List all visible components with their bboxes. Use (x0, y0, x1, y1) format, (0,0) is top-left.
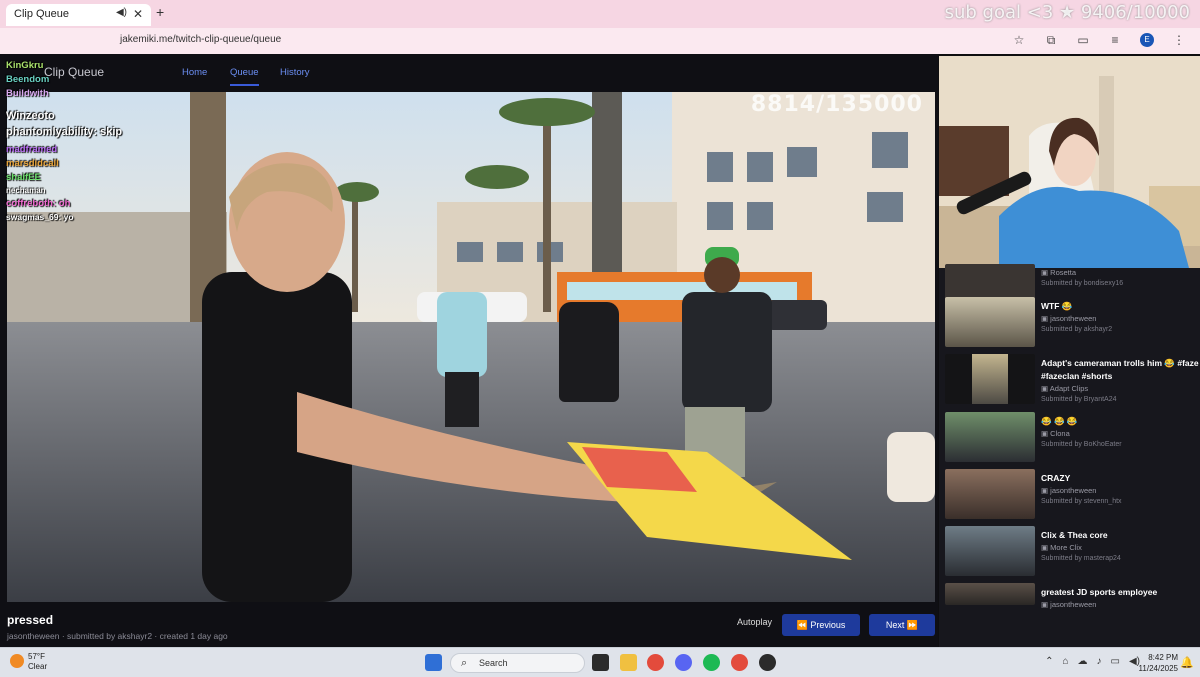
discord-icon[interactable] (675, 654, 692, 671)
nav-history[interactable]: History (280, 67, 310, 78)
taskbar-clock[interactable]: 8:42 PM 11/24/2025 (1139, 652, 1178, 674)
tab-title: Clip Queue (14, 8, 70, 20)
clip-thumbnail (945, 583, 1035, 605)
queue-item[interactable]: CRAZY ▣ jasontheween Submitted by steven… (945, 469, 1195, 521)
queue-item[interactable]: Adapt's cameraman trolls him 😂 #faze #fa… (945, 354, 1199, 406)
clip-submitter: Submitted by bondisexy16 (1041, 280, 1124, 287)
cloud-icon[interactable]: ☁ (1078, 656, 1088, 667)
weather-widget[interactable]: 57°F Clear (28, 652, 47, 672)
clip-channel: ▣ Adapt Clips (1041, 384, 1089, 393)
webcam-feed (939, 56, 1200, 268)
cast-icon[interactable]: ▭ (1076, 33, 1090, 48)
clip-channel: ▣ jasontheween (1041, 486, 1097, 495)
reading-list-icon[interactable]: ≡ (1108, 33, 1122, 48)
url-field[interactable]: jakemiki.me/twitch-clip-queue/queue (120, 34, 281, 45)
network-icon[interactable]: ⌂ (1062, 656, 1068, 667)
notification-bell-icon[interactable]: 🔔 (1180, 656, 1194, 669)
chrome-icon[interactable] (647, 654, 664, 671)
profile-avatar[interactable]: E (1140, 33, 1154, 47)
next-button[interactable]: Next ⏩ (869, 614, 935, 636)
video-player[interactable]: 8814/135000 (7, 92, 935, 602)
clip-submitter: Submitted by BoKhoEater (1041, 441, 1122, 448)
browser-tab-strip: Clip Queue ◀) ✕ + sub goal <3 ★ 9406/100… (0, 0, 1200, 28)
rewind-icon: ⏪ (796, 620, 811, 630)
system-tray: ⌃ ⌂ ☁ ♪ ▭ ◀) (1045, 656, 1140, 667)
queue-item[interactable]: greatest JD sports employee ▣ jasonthewe… (945, 583, 1195, 635)
obs-icon[interactable] (759, 654, 776, 671)
browser-tab[interactable]: Clip Queue ◀) ✕ (6, 4, 151, 26)
menu-icon[interactable]: ⋮ (1172, 33, 1186, 48)
video-counter-overlay: 8814/135000 (750, 92, 923, 117)
autoplay-label[interactable]: Autoplay (737, 617, 772, 627)
queue-item[interactable]: WTF 😂 ▣ jasontheween Submitted by akshay… (945, 297, 1195, 349)
video-frame (7, 92, 935, 602)
clip-submitter: Submitted by masterap24 (1041, 555, 1121, 562)
file-explorer-icon[interactable] (620, 654, 637, 671)
weather-temp: 57°F (28, 652, 45, 661)
clip-queue-app: Clip Queue Home Queue History 8814/13500… (0, 54, 938, 647)
search-icon: ⌕ (461, 657, 468, 669)
clip-channel: ▣ jasontheween (1041, 314, 1097, 323)
queue-item[interactable]: 😂 😂 😂 ▣ Clona Submitted by BoKhoEater (945, 412, 1195, 464)
nav-queue[interactable]: Queue (230, 67, 259, 86)
clip-channel: ▣ More Clix (1041, 543, 1082, 552)
clip-channel: ▣ jasontheween (1041, 600, 1097, 609)
windows-taskbar: 57°F Clear ⌕ Search ⌃ ⌂ ☁ ♪ ▭ ◀) 8:42 PM… (0, 647, 1200, 677)
clip-title: WTF 😂 (1041, 301, 1073, 311)
fast-forward-icon: ⏩ (904, 620, 919, 630)
stream-overlay-sub-goal: sub goal <3 ★ 9406/10000 (944, 2, 1190, 23)
current-clip-meta: jasontheween · submitted by akshayr2 · c… (7, 631, 228, 641)
mic-icon[interactable]: ♪ (1097, 656, 1102, 667)
clip-submitter: Submitted by BryantA24 (1041, 396, 1117, 403)
clip-channel: ▣ Clona (1041, 429, 1070, 438)
close-icon[interactable]: ✕ (133, 7, 143, 21)
clock-date: 11/24/2025 (1138, 664, 1178, 673)
clip-thumbnail (945, 354, 1035, 404)
app-logo[interactable]: Clip Queue (44, 65, 104, 79)
clip-thumbnail (945, 412, 1035, 462)
clip-submitter: Submitted by akshayr2 (1041, 326, 1113, 333)
new-tab-button[interactable]: + (156, 4, 164, 20)
weather-icon[interactable] (10, 654, 24, 668)
clip-thumbnail (945, 469, 1035, 519)
clip-title: 😂 😂 😂 (1041, 416, 1078, 426)
chrome-profile-icon[interactable] (731, 654, 748, 671)
clock-time: 8:42 PM (1148, 653, 1178, 662)
weather-condition: Clear (28, 662, 48, 671)
nav-home[interactable]: Home (182, 67, 207, 78)
task-view-icon[interactable] (592, 654, 609, 671)
extensions-icon[interactable]: ⧉ (1044, 33, 1058, 48)
queue-list: ▣ Rosetta Submitted by bondisexy16 WTF 😂… (939, 264, 1200, 648)
clip-title: greatest JD sports employee (1041, 587, 1158, 597)
spotify-icon[interactable] (703, 654, 720, 671)
taskbar-search[interactable]: ⌕ Search (450, 653, 585, 673)
clip-title: Adapt's cameraman trolls him 😂 #faze #fa… (1041, 358, 1199, 381)
previous-button[interactable]: ⏪ Previous (782, 614, 860, 636)
clip-title: Clix & Thea core (1041, 530, 1108, 540)
clip-title: CRAZY (1041, 473, 1071, 483)
clip-thumbnail (945, 297, 1035, 347)
windows-start-icon[interactable] (425, 654, 442, 671)
star-icon[interactable]: ☆ (1012, 33, 1026, 48)
clip-thumbnail (945, 526, 1035, 576)
speaker-icon[interactable]: ◀) (116, 7, 127, 18)
display-icon[interactable]: ▭ (1111, 656, 1120, 667)
app-nav: Clip Queue Home Queue History (0, 54, 938, 92)
clip-submitter: Submitted by stevenn_htx (1041, 498, 1122, 505)
current-clip-title: pressed (7, 613, 54, 627)
address-bar: jakemiki.me/twitch-clip-queue/queue ☆ ⧉ … (0, 28, 1200, 54)
queue-item[interactable]: Clix & Thea core ▣ More Clix Submitted b… (945, 526, 1195, 578)
browser-toolbar: ☆ ⧉ ▭ ≡ E ⋮ (1012, 33, 1186, 48)
clip-channel: ▣ Rosetta (1041, 268, 1077, 277)
chevron-up-icon[interactable]: ⌃ (1045, 656, 1053, 667)
webcam-frame (939, 56, 1200, 268)
